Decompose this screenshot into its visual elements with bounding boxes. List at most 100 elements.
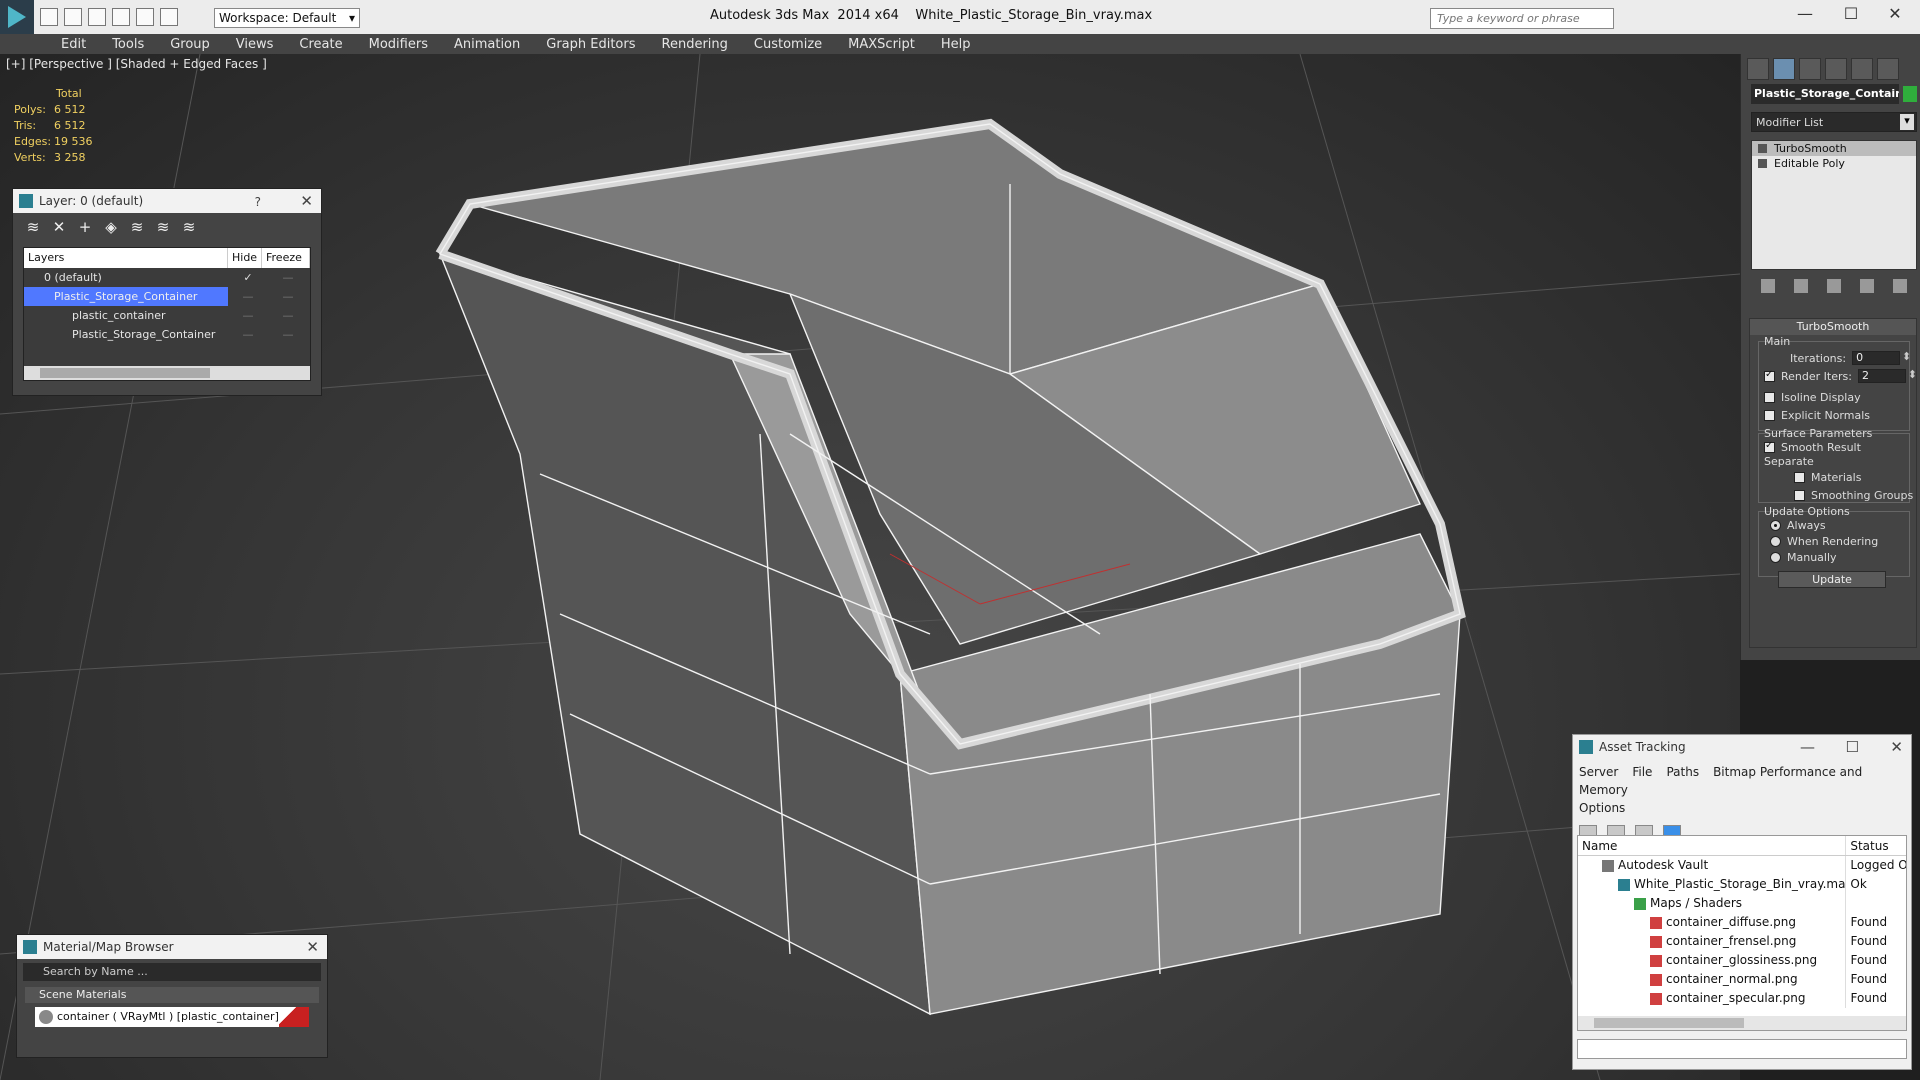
hide-column-header[interactable]: Hide — [228, 248, 262, 268]
close-icon[interactable]: ✕ — [300, 189, 313, 213]
new-file-icon[interactable] — [40, 8, 58, 26]
menu-options[interactable]: Options — [1579, 801, 1625, 815]
table-row[interactable]: container_frensel.png Found — [1578, 932, 1906, 951]
freeze-toggle[interactable]: — — [268, 325, 308, 344]
table-row[interactable]: Maps / Shaders — [1578, 894, 1906, 913]
material-browser-title[interactable]: Material/Map Browser ✕ — [17, 935, 327, 959]
table-row[interactable]: White_Plastic_Storage_Bin_vray.max Ok — [1578, 875, 1906, 894]
material-search-input[interactable]: Search by Name ... — [23, 963, 321, 981]
render-iters-checkbox[interactable] — [1764, 369, 1775, 382]
menu-file[interactable]: File — [1632, 765, 1652, 779]
hide-toggle[interactable]: — — [228, 325, 268, 344]
help-icon[interactable]: ? — [255, 190, 261, 214]
menu-item-help[interactable]: Help — [928, 37, 984, 52]
horizontal-scrollbar[interactable] — [24, 366, 310, 380]
table-row[interactable]: container_diffuse.png Found — [1578, 913, 1906, 932]
menu-item-create[interactable]: Create — [286, 37, 355, 52]
save-file-icon[interactable] — [88, 8, 106, 26]
menu-item-maxscript[interactable]: MAXScript — [835, 37, 928, 52]
materials-checkbox[interactable] — [1794, 472, 1805, 483]
table-row[interactable]: container_glossiness.png Found — [1578, 951, 1906, 970]
stack-item-editable-poly[interactable]: Editable Poly — [1752, 156, 1916, 171]
menu-item-edit[interactable]: Edit — [48, 37, 99, 52]
pin-stack-icon[interactable] — [1760, 279, 1775, 293]
hide-toggle[interactable]: — — [228, 287, 268, 306]
scene-materials-group[interactable]: Scene Materials — [25, 987, 319, 1003]
undo-icon[interactable] — [112, 8, 130, 26]
table-row[interactable]: plastic_container — — — [24, 306, 310, 325]
minimize-icon[interactable]: — — [1790, 4, 1820, 26]
hierarchy-tab-icon[interactable] — [1799, 58, 1821, 80]
new-layer-icon[interactable]: ≋ — [25, 219, 41, 235]
hide-all-icon[interactable]: ≋ — [155, 219, 171, 235]
horizontal-scrollbar[interactable] — [1578, 1016, 1906, 1030]
freeze-toggle[interactable]: — — [268, 306, 308, 325]
stack-item-turbosmooth[interactable]: TurboSmooth — [1752, 141, 1916, 156]
highlight-layer-icon[interactable]: ≋ — [129, 219, 145, 235]
minimize-icon[interactable]: — — [1800, 735, 1815, 759]
menu-item-graph-editors[interactable]: Graph Editors — [533, 37, 648, 52]
modifier-list-dropdown[interactable]: Modifier List — [1751, 112, 1917, 132]
active-layer-check-icon[interactable]: ✓ — [228, 268, 268, 287]
layer-panel-title[interactable]: Layer: 0 (default)? ✕ — [13, 189, 321, 213]
close-icon[interactable]: ✕ — [306, 935, 319, 959]
show-end-result-icon[interactable] — [1793, 279, 1808, 293]
table-row[interactable]: Autodesk VaultLogged Ou — [1578, 856, 1906, 875]
make-unique-icon[interactable] — [1826, 279, 1841, 293]
scrollbar-thumb[interactable] — [1594, 1018, 1744, 1028]
isoline-checkbox[interactable] — [1764, 392, 1775, 403]
menu-bitmap-performance[interactable]: Bitmap Performance and Memory — [1579, 765, 1862, 797]
close-icon[interactable]: ✕ — [1880, 4, 1910, 26]
object-color-swatch[interactable] — [1903, 86, 1917, 102]
redo-icon[interactable] — [136, 8, 154, 26]
remove-modifier-icon[interactable] — [1860, 279, 1875, 293]
table-row[interactable]: Plastic_Storage_Container — — — [24, 325, 310, 344]
select-objects-icon[interactable]: ◈ — [103, 219, 119, 235]
menu-item-tools[interactable]: Tools — [99, 37, 157, 52]
menu-paths[interactable]: Paths — [1666, 765, 1699, 779]
configure-sets-icon[interactable] — [1893, 279, 1908, 293]
maximize-icon[interactable]: ☐ — [1846, 735, 1859, 759]
update-button[interactable]: Update — [1778, 571, 1886, 588]
name-column-header[interactable]: Name — [1578, 836, 1847, 855]
iterations-spinner[interactable]: 0 — [1852, 351, 1911, 365]
asset-tracking-title[interactable]: Asset Tracking — ☐ ✕ — [1573, 735, 1911, 759]
when-rendering-radio[interactable] — [1770, 536, 1781, 547]
scrollbar-thumb[interactable] — [40, 368, 210, 378]
menu-item-animation[interactable]: Animation — [441, 37, 533, 52]
menu-item-rendering[interactable]: Rendering — [649, 37, 741, 52]
expand-icon[interactable] — [1758, 159, 1767, 168]
freeze-toggle[interactable]: — — [268, 287, 308, 306]
smooth-result-checkbox[interactable] — [1764, 440, 1775, 453]
status-column-header[interactable]: Status — [1846, 836, 1906, 855]
motion-tab-icon[interactable] — [1825, 58, 1847, 80]
workspace-dropdown[interactable]: Workspace: Default — [214, 8, 360, 28]
material-list-item[interactable]: container ( VRayMtl ) [plastic_container… — [35, 1007, 309, 1027]
freeze-all-icon[interactable]: ≋ — [181, 219, 197, 235]
modify-tab-icon[interactable] — [1773, 58, 1795, 80]
create-tab-icon[interactable] — [1747, 58, 1769, 80]
search-input[interactable] — [1430, 8, 1614, 29]
object-name-field[interactable]: Plastic_Storage_Container — [1751, 84, 1899, 104]
utilities-tab-icon[interactable] — [1877, 58, 1899, 80]
always-radio[interactable] — [1770, 520, 1781, 531]
menu-item-modifiers[interactable]: Modifiers — [356, 37, 441, 52]
table-row[interactable]: 0 (default) ✓ — — [24, 268, 310, 287]
table-row[interactable]: container_normal.png Found — [1578, 970, 1906, 989]
display-tab-icon[interactable] — [1851, 58, 1873, 80]
freeze-toggle[interactable]: — — [268, 268, 308, 287]
render-iters-spinner[interactable]: 2 — [1857, 369, 1917, 383]
storage-bin-model[interactable] — [435, 118, 1466, 1016]
rollout-title[interactable]: TurboSmooth — [1750, 319, 1916, 335]
maximize-icon[interactable]: ☐ — [1836, 4, 1866, 26]
menu-item-views[interactable]: Views — [223, 37, 287, 52]
menu-item-customize[interactable]: Customize — [741, 37, 835, 52]
delete-layer-icon[interactable]: ✕ — [51, 219, 67, 235]
close-icon[interactable]: ✕ — [1890, 735, 1903, 759]
lightbulb-icon[interactable] — [1758, 144, 1767, 153]
menu-server[interactable]: Server — [1579, 765, 1618, 779]
project-folder-icon[interactable] — [160, 8, 178, 26]
manually-radio[interactable] — [1770, 552, 1781, 563]
open-file-icon[interactable] — [64, 8, 82, 26]
layers-column-header[interactable]: Layers — [24, 248, 228, 268]
